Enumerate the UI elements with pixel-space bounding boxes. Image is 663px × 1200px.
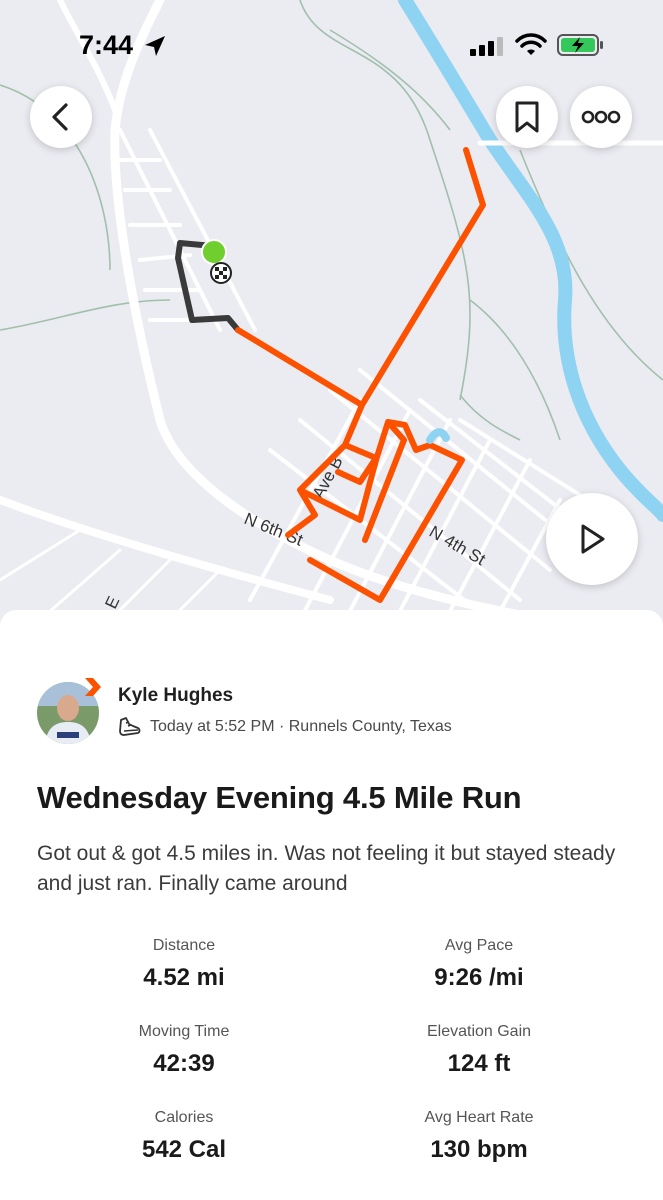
stat-label: Avg Heart Rate: [424, 1109, 534, 1126]
more-icon: [581, 110, 621, 124]
back-button[interactable]: [30, 86, 92, 148]
cellular-signal-icon: [470, 37, 503, 56]
strava-subscriber-badge-icon: [85, 678, 101, 696]
play-flyover-button[interactable]: [546, 493, 638, 585]
finish-marker: [210, 262, 232, 284]
stat-value: 542 Cal: [141, 1136, 227, 1163]
activity-sheet: Kyle Hughes Today at 5:52 PM · Runnels C…: [0, 610, 663, 1200]
stat-label: Avg Pace: [444, 937, 514, 954]
activity-meta: Today at 5:52 PM · Runnels County, Texas: [118, 716, 452, 738]
avatar[interactable]: [37, 678, 101, 744]
stat-avg-heart-rate: Avg Heart Rate 130 bpm: [329, 1109, 629, 1164]
stat-avg-pace: Avg Pace 9:26 /mi: [329, 937, 629, 992]
chevron-left-icon: [52, 103, 68, 131]
stat-value: 124 ft: [447, 1050, 511, 1077]
stat-label: Calories: [154, 1109, 214, 1126]
start-marker: [201, 239, 227, 265]
location-arrow-icon: [145, 36, 165, 56]
stat-label: Distance: [152, 937, 216, 954]
stat-label: Elevation Gain: [426, 1023, 532, 1040]
stat-value: 4.52 mi: [143, 964, 225, 991]
stat-value: 130 bpm: [430, 1136, 528, 1163]
activity-title: Wednesday Evening 4.5 Mile Run: [37, 780, 522, 815]
stat-moving-time: Moving Time 42:39: [34, 1023, 334, 1078]
bookmark-button[interactable]: [496, 86, 558, 148]
activity-description: Got out & got 4.5 miles in. Was not feel…: [37, 842, 616, 895]
stat-value: 9:26 /mi: [434, 964, 524, 991]
play-icon: [581, 524, 605, 554]
status-bar: 7:44: [0, 0, 663, 80]
battery-charging-icon: [557, 34, 603, 56]
athlete-name[interactable]: Kyle Hughes: [118, 685, 233, 707]
more-button[interactable]: [570, 86, 632, 148]
shoe-icon: [119, 717, 141, 736]
status-time: 7:44: [79, 30, 134, 60]
stat-elevation-gain: Elevation Gain 124 ft: [329, 1023, 629, 1078]
stat-value: 42:39: [153, 1050, 215, 1077]
activity-meta-text: Today at 5:52 PM · Runnels County, Texas: [150, 718, 452, 735]
stat-label: Moving Time: [138, 1023, 230, 1040]
bookmark-icon: [515, 101, 539, 133]
wifi-icon: [515, 33, 547, 55]
stat-distance: Distance 4.52 mi: [34, 937, 334, 992]
stat-calories: Calories 542 Cal: [34, 1109, 334, 1164]
